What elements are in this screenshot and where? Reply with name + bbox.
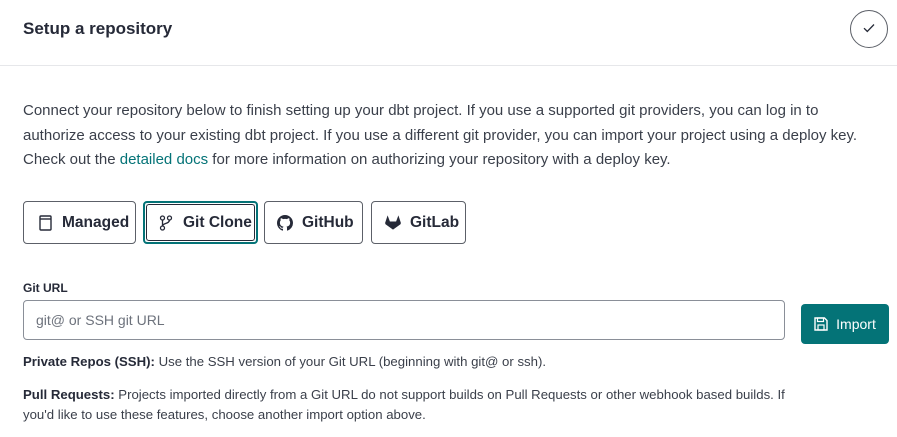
page-title: Setup a repository <box>23 19 173 38</box>
gitlab-button[interactable]: GitLab <box>371 201 466 244</box>
managed-button-label: Managed <box>62 213 130 231</box>
git-url-label: Git URL <box>23 281 68 295</box>
check-icon <box>863 20 875 38</box>
import-button-label: Import <box>836 316 876 332</box>
private-repos-text: Use the SSH version of your Git URL (beg… <box>154 354 547 369</box>
private-repos-title: Private Repos (SSH): <box>23 354 155 369</box>
gitlab-icon <box>385 215 401 231</box>
import-button[interactable]: Import <box>801 304 889 344</box>
page-header: Setup a repository <box>0 0 897 66</box>
intro-text: Connect your repository below to finish … <box>23 99 873 173</box>
git-branch-icon <box>158 214 174 231</box>
git-clone-button-label: Git Clone <box>183 213 252 231</box>
pull-requests-help: Pull Requests: Projects imported directl… <box>23 385 803 425</box>
private-repos-help: Private Repos (SSH): Use the SSH version… <box>23 352 803 372</box>
git-clone-button[interactable]: Git Clone <box>143 201 258 244</box>
intro-text-part2: for more information on authorizing your… <box>208 151 671 168</box>
complete-step-button[interactable] <box>850 10 888 48</box>
github-button[interactable]: GitHub <box>264 201 363 244</box>
managed-button[interactable]: Managed <box>23 201 136 244</box>
github-icon <box>277 214 293 231</box>
pull-requests-title: Pull Requests: <box>23 387 115 402</box>
gitlab-button-label: GitLab <box>410 213 460 231</box>
detailed-docs-link[interactable]: detailed docs <box>120 151 208 168</box>
pull-requests-text: Projects imported directly from a Git UR… <box>23 387 785 422</box>
save-icon <box>814 317 828 331</box>
github-button-label: GitHub <box>302 213 354 231</box>
book-icon <box>37 214 53 231</box>
git-url-input[interactable] <box>23 300 785 340</box>
